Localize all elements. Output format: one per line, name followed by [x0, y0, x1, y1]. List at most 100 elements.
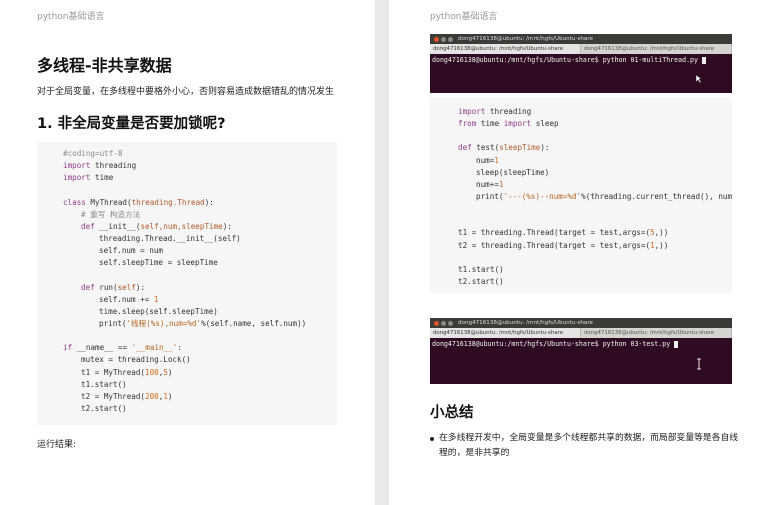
maximize-icon	[448, 36, 453, 42]
code-line: def __init__(self,num,sleepTime):	[63, 221, 337, 233]
minimize-icon	[441, 36, 446, 42]
code-token: threading.Thread	[131, 197, 205, 207]
code-token: t1 = MyThread(	[81, 367, 146, 377]
terminal-titlebar: dong4716138@ubuntu: /mnt/hgfs/Ubuntu-sha…	[430, 318, 732, 328]
code-line: print('---(%s)--num=%d'%(threading.curre…	[458, 191, 732, 203]
code-line: import threading	[63, 160, 337, 172]
code-line: t1.start()	[63, 379, 337, 391]
code-block: #coding=utf-8 import threading import time…	[37, 142, 337, 425]
code-token: def	[81, 221, 95, 231]
mouse-pointer-icon	[695, 74, 702, 84]
terminal-tabs: dong4716138@ubuntu: /mnt/hgfs/Ubuntu-sha…	[430, 44, 732, 54]
code-token: 1	[494, 155, 499, 165]
code-line: import threading	[458, 106, 732, 118]
code-token: ):	[135, 282, 146, 292]
code-token: %(threading.current_thread(), num	[581, 191, 732, 201]
code-token: def	[458, 143, 472, 153]
terminal-titlebar: dong4716138@ubuntu: /mnt/hgfs/Ubuntu-sha…	[430, 34, 732, 44]
code-token: threading.Thread.__init__(self)	[99, 233, 241, 243]
code-token: def	[81, 282, 95, 292]
code-line: self.num += 1	[63, 294, 337, 306]
bullet-icon	[430, 437, 434, 441]
code-token: print(	[99, 318, 127, 328]
code-line: time.sleep(self.sleepTime)	[63, 306, 337, 318]
code-token: import	[503, 119, 532, 129]
code-token: MyThread(	[85, 197, 132, 207]
text-cursor-icon	[697, 358, 701, 370]
terminal-tab: dong4716138@ubuntu: /mnt/hgfs/Ubuntu-sha…	[430, 44, 581, 54]
code-line: import time	[63, 172, 337, 184]
code-token: '---(%s)--num=%d'	[503, 191, 582, 201]
minimize-icon	[441, 320, 446, 326]
code-block: import threading from time import sleep de…	[430, 97, 732, 293]
code-token: self.num = num	[99, 246, 164, 256]
code-token: self.sleepTime = sleepTime	[99, 258, 218, 268]
code-token: sleep	[531, 119, 559, 129]
code-token: t2 = MyThread(	[81, 391, 146, 401]
code-token: # 重写 构造方法	[81, 209, 141, 219]
code-line: print('线程(%s),num=%d'%(self.name, self.n…	[63, 318, 337, 330]
code-token: self,num,sleepTime	[140, 221, 223, 231]
code-line: sleep(sleepTime)	[458, 167, 732, 179]
list-item-text: 在多线程开发中，全局变量是多个线程都共享的数据，而局部变量等是各自线程的，是非共…	[439, 433, 739, 458]
terminal-command: dong4716138@ubuntu:/mnt/hgfs/Ubuntu-shar…	[432, 340, 671, 348]
summary-title: 小总结	[430, 405, 474, 421]
code-token: threading	[485, 107, 532, 116]
code-line: from time import sleep	[458, 118, 732, 130]
code-token: 200	[145, 391, 159, 401]
code-line: t2.start()	[63, 403, 337, 415]
code-token: from	[458, 119, 477, 129]
code-token: run(	[94, 282, 118, 292]
code-token: if	[63, 343, 73, 353]
code-token: time.sleep(self.sleepTime)	[99, 306, 218, 316]
code-token: import	[63, 161, 91, 171]
code-token: %(self.name, self.num))	[201, 318, 307, 328]
terminal-screenshot: dong4716138@ubuntu: /mnt/hgfs/Ubuntu-sha…	[430, 318, 732, 384]
left-page: python基础语言 多线程-非共享数据 对于全局变量，在多线程中要格外小心，否…	[0, 0, 375, 505]
code-token: 1	[498, 179, 504, 189]
page-title: 多线程-非共享数据	[37, 56, 172, 75]
code-line: mutex = threading.Lock()	[63, 354, 337, 366]
code-line: t1.start()	[458, 264, 732, 276]
result-label: 运行结果:	[37, 440, 77, 450]
intro-paragraph: 对于全局变量，在多线程中要格外小心，否则容易造成数据错乱的情况发生	[37, 87, 335, 97]
terminal-tab: dong4716138@ubuntu: /mnt/hgfs/Ubuntu-sha…	[430, 328, 581, 338]
code-token: )	[167, 367, 173, 377]
code-token: '线程(%s),num=%d'	[126, 318, 202, 328]
code-token: time	[476, 119, 504, 129]
terminal-tab: dong4716138@ubuntu: /mnt/hgfs/Ubuntu-sha…	[581, 328, 732, 338]
code-token: #coding=utf-8	[63, 149, 123, 158]
code-line: # 重写 构造方法	[63, 209, 337, 221]
close-icon	[434, 36, 439, 42]
terminal-title: dong4716138@ubuntu: /mnt/hgfs/Ubuntu-sha…	[458, 36, 593, 42]
code-line: t2 = MyThread(200,1)	[63, 391, 337, 403]
code-token: import	[63, 173, 91, 183]
code-token: class	[63, 197, 86, 207]
code-line: def test(sleepTime):	[458, 142, 732, 154]
code-token: 100	[145, 367, 159, 377]
code-token: ):	[540, 143, 550, 153]
code-line: def run(self):	[63, 282, 337, 294]
terminal-tabs: dong4716138@ubuntu: /mnt/hgfs/Ubuntu-sha…	[430, 328, 732, 338]
code-token: self.num +=	[99, 294, 154, 304]
code-token: sleep(sleepTime)	[476, 167, 550, 177]
code-line: t2 = threading.Thread(target = test,args…	[458, 240, 732, 252]
code-token: threading	[90, 161, 137, 171]
close-icon	[434, 320, 439, 326]
code-token: t2 = threading.Thread(target = test,args…	[458, 240, 651, 250]
code-token: :	[177, 343, 182, 353]
code-token: num+=	[476, 179, 499, 189]
code-token: 1	[153, 294, 159, 304]
code-token: mutex = threading.Lock()	[81, 355, 191, 365]
code-token: sleepTime	[499, 143, 541, 153]
terminal-title: dong4716138@ubuntu: /mnt/hgfs/Ubuntu-sha…	[458, 320, 593, 326]
running-header: python基础语言	[430, 12, 498, 22]
code-line: t2.start()	[458, 276, 732, 288]
code-line: self.sleepTime = sleepTime	[63, 257, 337, 269]
code-line: threading.Thread.__init__(self)	[63, 233, 337, 245]
